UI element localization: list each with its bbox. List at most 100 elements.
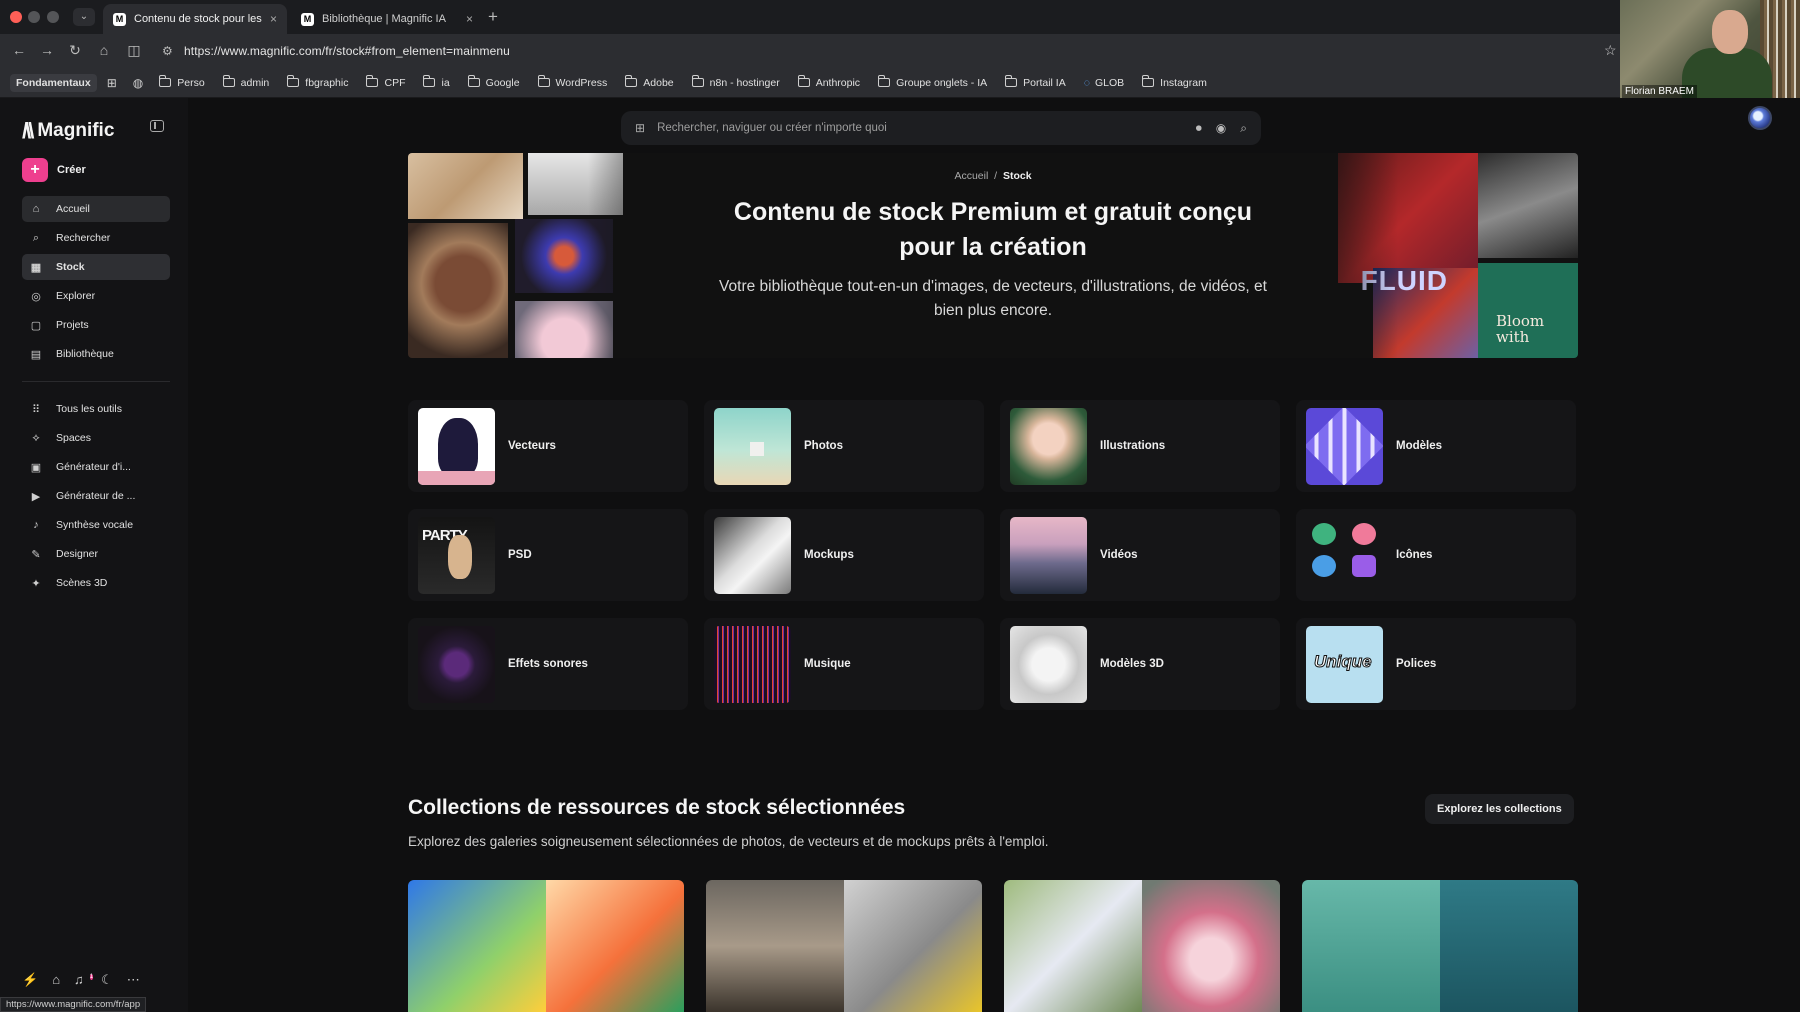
sidebar-item-spaces[interactable]: ⟡ Spaces xyxy=(22,425,170,451)
sidebar-item-tous-les-outils[interactable]: ⠿ Tous les outils xyxy=(22,396,170,422)
magnific-favicon-icon: M xyxy=(113,12,126,26)
bookmark-folder[interactable]: Portail IA xyxy=(1005,75,1066,89)
bookmark-folder[interactable]: Adobe xyxy=(625,75,674,89)
category-card-musique[interactable]: Musique xyxy=(704,618,984,710)
category-thumbnail xyxy=(1010,625,1087,703)
bookmark-star-icon[interactable]: ☆ xyxy=(1604,42,1617,59)
sidebar-item-video-generator[interactable]: ▶ Générateur de ... xyxy=(22,483,170,509)
close-tab-icon[interactable]: × xyxy=(466,12,473,26)
minimize-window-button[interactable] xyxy=(28,11,40,23)
close-window-button[interactable] xyxy=(10,11,22,23)
category-card-modeles-3d[interactable]: Modèles 3D xyxy=(1000,618,1280,710)
bookmark-folder[interactable]: n8n - hostinger xyxy=(691,75,780,89)
sidebar-item-rechercher[interactable]: ⌕ Rechercher xyxy=(22,225,170,251)
category-card-vecteurs[interactable]: Vecteurs xyxy=(408,400,688,492)
category-card-videos[interactable]: Vidéos xyxy=(1000,509,1280,601)
sidebar-item-synthese-vocale[interactable]: ♪ Synthèse vocale xyxy=(22,512,170,538)
forward-arrow-icon[interactable]: → xyxy=(38,42,56,58)
category-card-illustrations[interactable]: Illustrations xyxy=(1000,400,1280,492)
explore-collections-button[interactable]: Explorez les collections xyxy=(1425,794,1574,824)
more-options-icon[interactable]: ⋯ xyxy=(127,972,140,988)
collection-image xyxy=(1302,880,1440,1012)
bookmark-label: Perso xyxy=(177,76,205,89)
collection-card[interactable] xyxy=(1004,880,1280,1012)
category-thumbnail xyxy=(1010,407,1087,485)
plugins-icon[interactable]: ⚡ xyxy=(22,972,38,988)
category-card-psd[interactable]: PSD xyxy=(408,509,688,601)
category-card-polices[interactable]: Polices xyxy=(1296,618,1576,710)
status-bar-url: https://www.magnific.com/fr/app xyxy=(0,997,147,1012)
bookmark-folder[interactable]: fbgraphic xyxy=(287,75,348,89)
collapse-sidebar-icon[interactable] xyxy=(150,120,164,132)
bookmark-folder[interactable]: ia xyxy=(423,75,450,89)
bookmark-folder[interactable]: WordPress xyxy=(537,75,607,89)
sidebar-item-accueil[interactable]: ⌂ Accueil xyxy=(22,196,170,222)
folder-icon xyxy=(1005,75,1018,87)
icon-samples xyxy=(1312,522,1382,577)
flower-sample-icon xyxy=(1352,522,1376,545)
collection-card[interactable] xyxy=(706,880,982,1012)
bookmark-folder[interactable]: Anthropic xyxy=(797,75,860,89)
collection-image xyxy=(1440,880,1578,1012)
new-tab-icon[interactable]: + xyxy=(488,7,498,27)
category-card-icones[interactable]: Icônes xyxy=(1296,509,1576,601)
microphone-icon[interactable]: ⏺ xyxy=(1196,121,1202,136)
breadcrumb: Accueil / Stock xyxy=(408,170,1578,182)
bookmark-folder[interactable]: Google xyxy=(467,75,520,89)
category-label: Modèles xyxy=(1396,440,1443,452)
close-tab-icon[interactable]: × xyxy=(270,12,277,26)
sidebar-toggle-icon[interactable]: ◫ xyxy=(125,42,143,59)
bookmark-fondamentaux[interactable]: Fondamentaux xyxy=(10,73,97,92)
site-settings-icon[interactable]: ⚙ xyxy=(162,44,173,58)
bookmark-glob[interactable]: ◌ GLOB xyxy=(1084,77,1124,89)
collection-card[interactable] xyxy=(1302,880,1578,1012)
collection-card[interactable] xyxy=(408,880,684,1012)
search-icon[interactable]: ⌕ xyxy=(1240,121,1247,136)
search-input[interactable]: Rechercher, naviguer ou créer n'importe … xyxy=(657,122,1182,134)
user-avatar[interactable] xyxy=(1748,106,1772,130)
brand-name: Magnific xyxy=(37,120,115,141)
sidebar-item-label: Rechercher xyxy=(56,232,111,244)
tab-stock[interactable]: M Contenu de stock pour les cr × xyxy=(103,4,287,34)
bookmark-folder[interactable]: Perso xyxy=(159,75,205,89)
bookmark-folder[interactable]: Instagram xyxy=(1142,75,1207,89)
brand-logo[interactable]: /\\ Magnific xyxy=(22,118,114,144)
category-card-photos[interactable]: Photos xyxy=(704,400,984,492)
bookmark-folder[interactable]: admin xyxy=(222,75,269,89)
category-card-modeles[interactable]: Modèles xyxy=(1296,400,1576,492)
home-icon[interactable]: ⌂ xyxy=(95,42,113,58)
create-button[interactable]: + Créer xyxy=(22,158,86,182)
collections-heading: Collections de ressources de stock sélec… xyxy=(408,796,906,819)
sidebar-item-explorer[interactable]: ◎ Explorer xyxy=(22,283,170,309)
reload-icon[interactable]: ↻ xyxy=(66,42,84,59)
category-thumbnail xyxy=(714,625,791,703)
category-label: Illustrations xyxy=(1100,440,1166,452)
hero-fade xyxy=(1268,153,1398,358)
learn-icon[interactable]: ⌂ xyxy=(52,972,60,988)
dark-mode-icon[interactable]: ☾ xyxy=(101,972,113,988)
category-card-effets-sonores[interactable]: Effets sonores xyxy=(408,618,688,710)
category-card-mockups[interactable]: Mockups xyxy=(704,509,984,601)
sidebar-item-image-generator[interactable]: ▣ Générateur d'i... xyxy=(22,454,170,480)
sidebar-divider xyxy=(22,381,170,382)
bookmark-label: GLOB xyxy=(1094,76,1125,89)
apps-grid-icon[interactable]: ⊞ xyxy=(107,76,117,90)
sidebar-item-bibliotheque[interactable]: ▤ Bibliothèque xyxy=(22,341,170,367)
back-arrow-icon[interactable]: ← xyxy=(10,42,28,58)
sidebar-item-projets[interactable]: ▢ Projets xyxy=(22,312,170,338)
tab-list-chevron-icon[interactable]: ⌄ xyxy=(73,8,95,26)
bookmark-folder[interactable]: CPF xyxy=(366,75,405,89)
projects-icon: ▢ xyxy=(30,319,42,332)
notifications-icon[interactable]: ♫ 1 xyxy=(74,972,94,988)
url-field[interactable]: https://www.magnific.com/fr/stock#from_e… xyxy=(184,44,510,58)
bookmark-folder[interactable]: Groupe onglets - IA xyxy=(878,75,987,89)
breadcrumb-home[interactable]: Accueil xyxy=(954,170,988,182)
camera-icon[interactable]: ◉ xyxy=(1216,121,1226,135)
tab-bibliotheque[interactable]: M Bibliothèque | Magnific IA × xyxy=(291,4,483,34)
maximize-window-button[interactable] xyxy=(47,11,59,23)
sidebar-item-designer[interactable]: ✎ Designer xyxy=(22,541,170,567)
search-bar[interactable]: ⊞ Rechercher, naviguer ou créer n'import… xyxy=(621,111,1261,145)
globe-icon[interactable]: ◍ xyxy=(133,76,143,90)
sidebar-item-stock[interactable]: ▦ Stock xyxy=(22,254,170,280)
sidebar-item-scenes-3d[interactable]: ✦ Scènes 3D xyxy=(22,570,170,596)
